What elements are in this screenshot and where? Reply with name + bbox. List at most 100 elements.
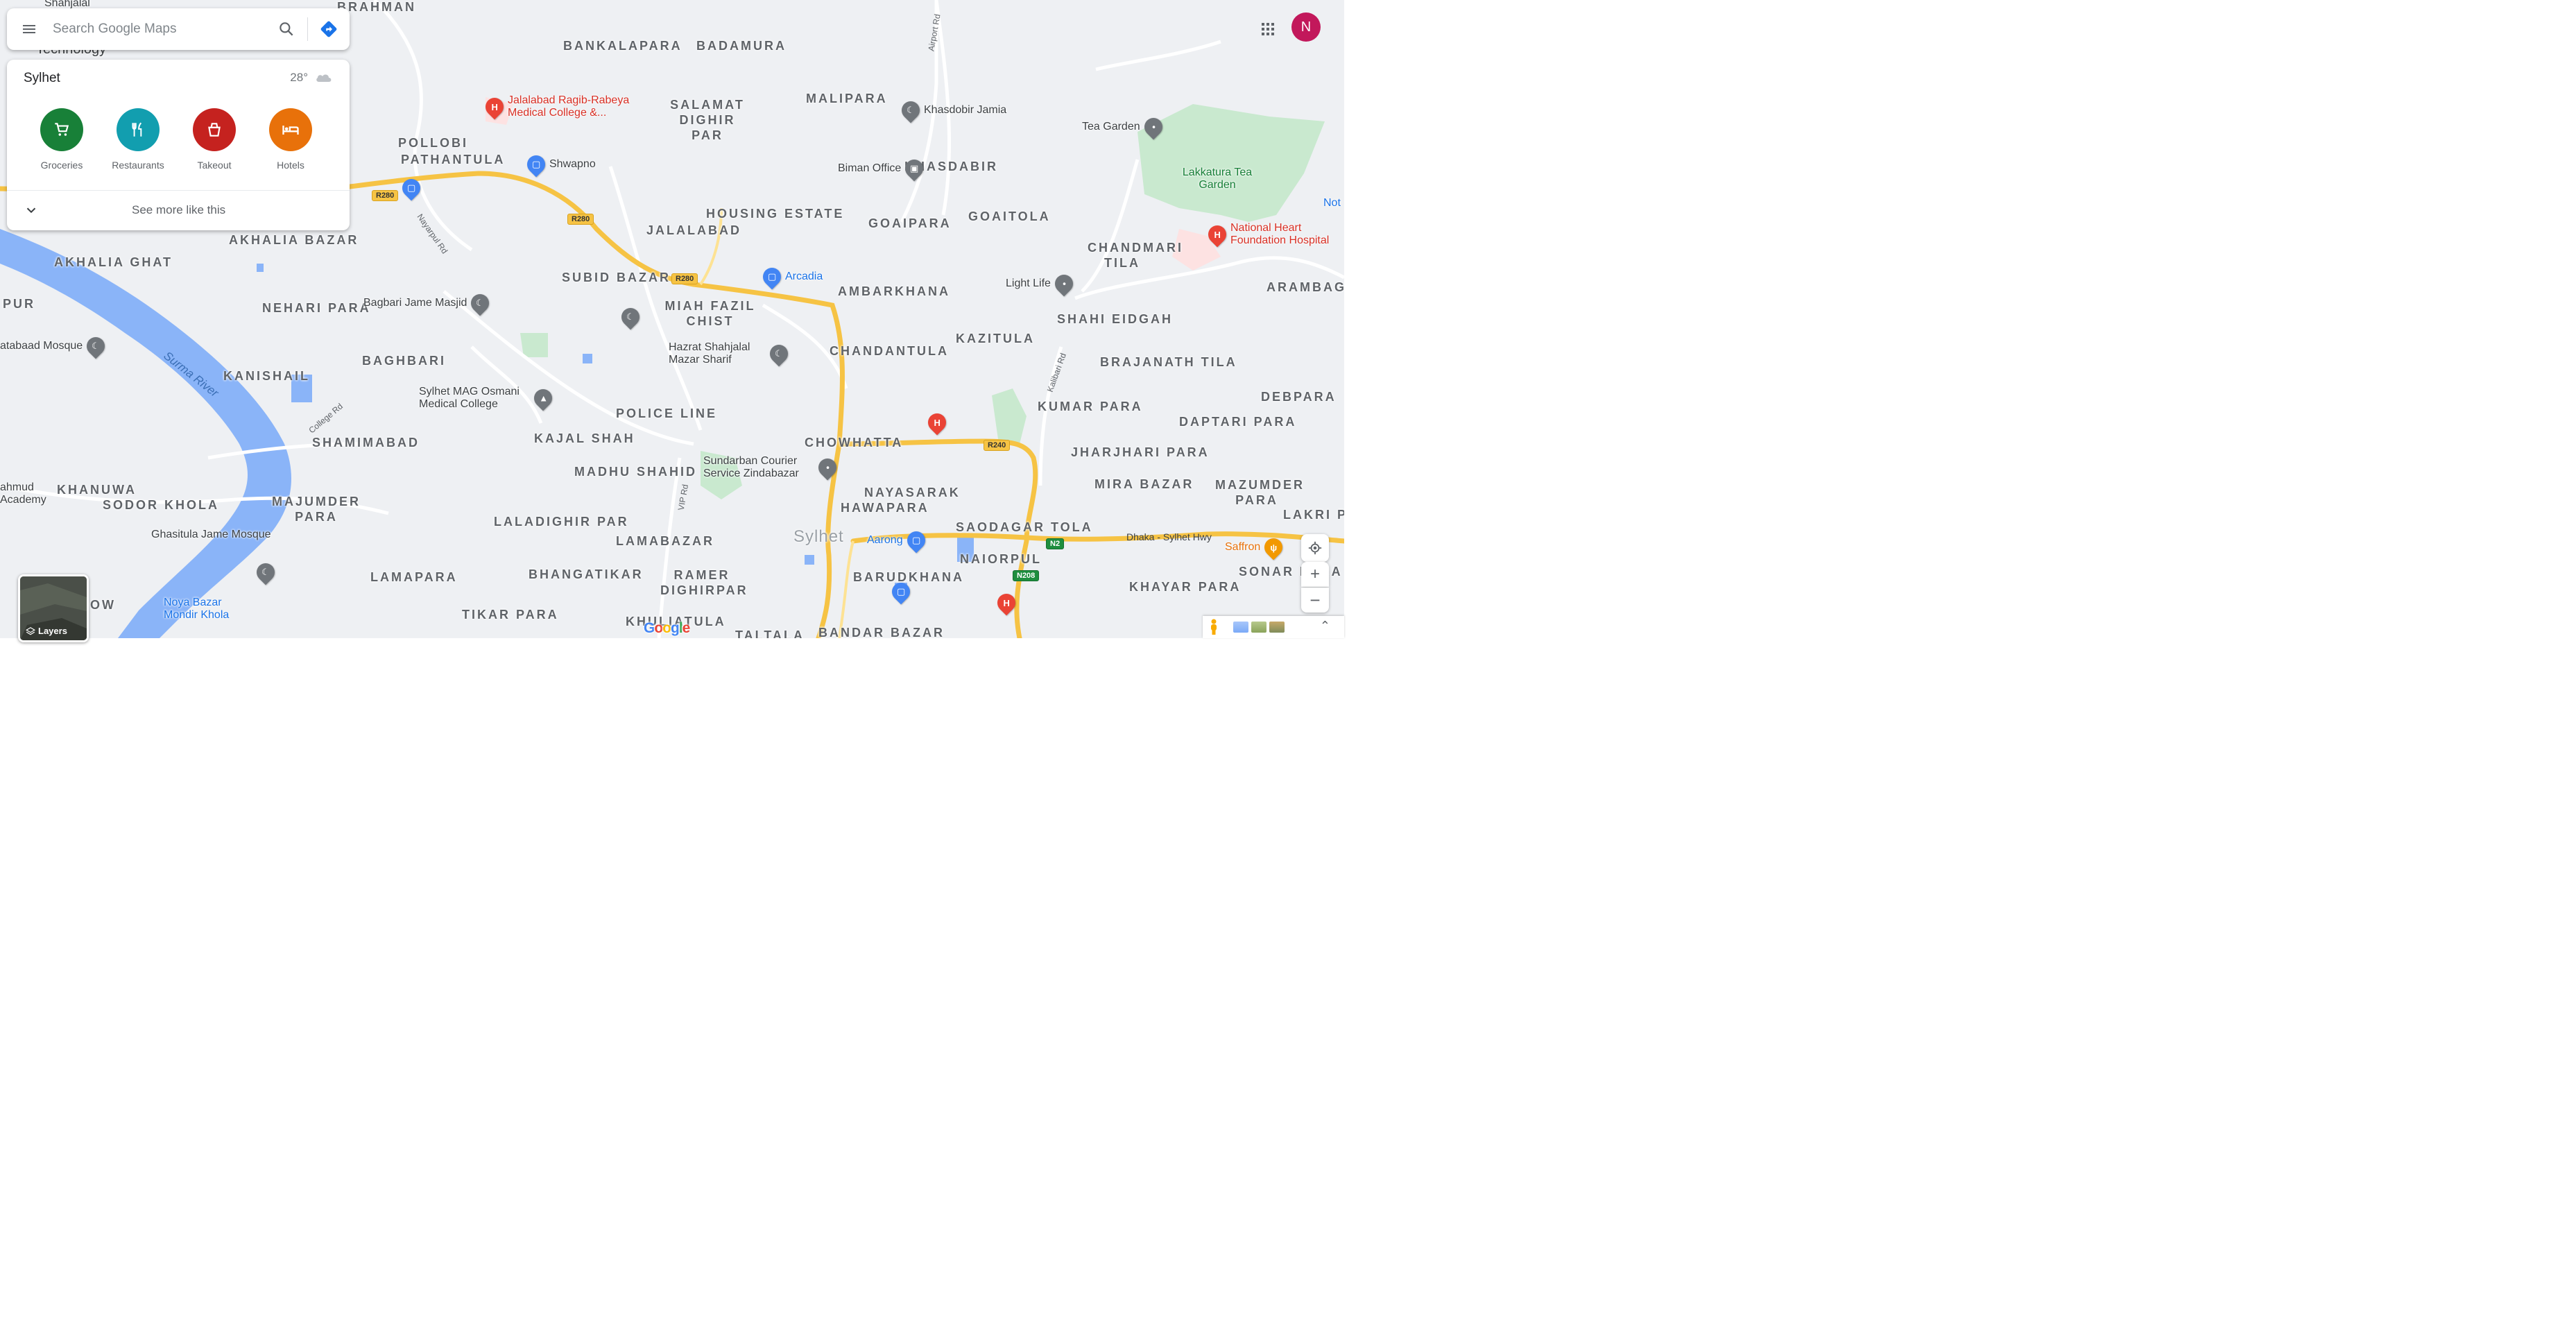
zoom-out-button[interactable]: − [1301, 588, 1329, 613]
fork-knife-icon [117, 108, 160, 151]
poi-place[interactable]: Light Life • [1006, 271, 1077, 297]
area-label: Baghbari [362, 354, 446, 368]
poi-mosque[interactable]: atabaad Mosque ☾ [0, 333, 109, 359]
mosque-icon: ☾ [898, 97, 924, 123]
poi-label[interactable]: Not [1323, 197, 1341, 209]
shop-pin[interactable]: ▢ [398, 175, 424, 201]
search-icon [280, 22, 293, 36]
hospital-icon: H [993, 590, 1020, 616]
directions-button[interactable] [308, 8, 350, 50]
poi-mosque[interactable]: Bagbari Jame Masjid ☾ [363, 290, 493, 316]
area-label: Bandar Bazar [818, 626, 945, 638]
area-label: Mazumder Para [1215, 478, 1305, 507]
layers-button[interactable]: Layers [18, 574, 89, 642]
account-avatar[interactable]: N [1291, 12, 1321, 42]
category-label: Groceries [40, 160, 83, 171]
layers-label: Layers [38, 626, 67, 636]
area-label: Goaitola [968, 209, 1051, 223]
zoom-in-button[interactable]: + [1301, 562, 1329, 587]
area-label: Akhalia Ghat [54, 255, 173, 269]
poi-hospital[interactable]: H National Heart Foundation Hospital [1204, 221, 1344, 248]
menu-button[interactable] [7, 8, 51, 50]
category-label: Hotels [277, 160, 304, 171]
apps-grid-icon [1262, 23, 1274, 35]
poi-courier[interactable]: Sundarban Courier Service Zindabazar • [703, 454, 841, 481]
area-label: Nehari Para [262, 301, 371, 315]
search-button[interactable] [266, 8, 307, 50]
my-location-icon [1308, 541, 1322, 555]
poi-school[interactable]: ahmud Academy [0, 481, 55, 506]
route-shield: R240 [984, 440, 1011, 451]
poi-tea-garden[interactable]: Tea Garden • [1082, 114, 1166, 140]
area-label: Khanuwa [57, 483, 137, 497]
place-icon: • [1140, 114, 1166, 140]
route-shield: N208 [1013, 570, 1040, 581]
office-icon: ▣ [901, 155, 927, 182]
area-label: Taltala [735, 628, 805, 638]
takeout-bag-icon [193, 108, 236, 151]
poi-mosque[interactable]: Ghasitula Jame Mosque [151, 529, 271, 541]
poi-office[interactable]: Biman Office ▣ [838, 155, 927, 182]
hospital-icon: H [924, 409, 950, 436]
area-label: Tikar Para [462, 608, 559, 622]
see-more-button[interactable]: See more like this [7, 191, 350, 230]
poi-park[interactable]: Lakkatura Tea Garden [1179, 166, 1255, 191]
shopping-bag-icon: ▢ [903, 527, 929, 554]
category-groceries[interactable]: Groceries [24, 108, 100, 171]
area-label: Majumder Para [271, 495, 361, 524]
mosque-pin[interactable]: ☾ [252, 559, 279, 585]
my-location-button[interactable] [1301, 534, 1329, 562]
cart-icon [40, 108, 83, 151]
directions-icon [320, 21, 337, 37]
see-more-label: See more like this [132, 203, 226, 216]
google-apps-button[interactable] [1255, 17, 1280, 42]
mosque-icon: ☾ [766, 341, 792, 367]
route-shield: R280 [567, 214, 594, 225]
poi-restaurant[interactable]: Saffron ψ [1225, 534, 1287, 560]
poi-hospital[interactable]: H Jalalabad Ragib-Rabeya Medical College… [481, 94, 646, 120]
weather-info: 28° [290, 71, 333, 85]
area-label: Pur [3, 297, 36, 311]
terrain-thumbnail[interactable] [1251, 622, 1266, 633]
temperature-text: 28° [290, 71, 308, 84]
mosque-pin[interactable]: ☾ [617, 304, 644, 330]
route-shield: R280 [372, 190, 399, 201]
area-label: Pollobi [398, 136, 468, 150]
hospital-pin[interactable]: H [924, 409, 950, 436]
search-input[interactable] [51, 21, 266, 37]
route-shield: R280 [671, 273, 698, 284]
area-label: Ambarkhana [838, 284, 950, 298]
area-label: Housing Estate [706, 207, 845, 221]
poi-shop[interactable]: Aarong ▢ [867, 527, 929, 554]
poi-shop[interactable]: ▢ Shwapno [523, 151, 596, 178]
satellite-thumbnail[interactable] [1269, 622, 1285, 633]
poi-shop[interactable]: ▢ Arcadia [759, 264, 823, 290]
category-hotels[interactable]: Hotels [252, 108, 329, 171]
area-label: Subid Bazar [562, 271, 671, 284]
poi-mosque[interactable]: ☾ Khasdobir Jamia [898, 97, 1006, 123]
hospital-pin[interactable]: H [993, 590, 1020, 616]
area-label: Mira Bazar [1094, 477, 1194, 491]
expand-button[interactable]: ⌃ [1320, 619, 1330, 633]
street-view-pegman[interactable] [1208, 619, 1219, 639]
place-icon: • [814, 454, 841, 481]
map-type-thumbnail[interactable] [1233, 622, 1248, 633]
area-label: Lamapara [370, 570, 458, 584]
area-label: Pathantula [401, 153, 506, 166]
mosque-icon: ☾ [83, 333, 109, 359]
poi-mosque[interactable]: Hazrat Shahjalal Mazar Sharif ☾ [669, 341, 792, 367]
area-label: Bhangatikar [529, 567, 644, 581]
shopping-bag-icon: ▢ [888, 579, 914, 605]
category-takeout[interactable]: Takeout [176, 108, 252, 171]
route-shield: N2 [1046, 538, 1065, 549]
poi-college[interactable]: Sylhet MAG Osmani Medical College ▲ [419, 385, 556, 411]
shop-pin[interactable]: ▢ [888, 579, 914, 605]
category-restaurants[interactable]: Restaurants [100, 108, 176, 171]
area-label: Nayasarak [864, 486, 961, 499]
area-label: Hawapara [841, 501, 929, 515]
school-icon: ▲ [530, 385, 556, 411]
poi-temple[interactable]: Noya Bazar Mondir Khola [164, 597, 240, 622]
area-label: Shamimabad [312, 436, 420, 449]
chevron-down-icon [7, 203, 55, 218]
area-label: Jalalabad [646, 223, 741, 237]
